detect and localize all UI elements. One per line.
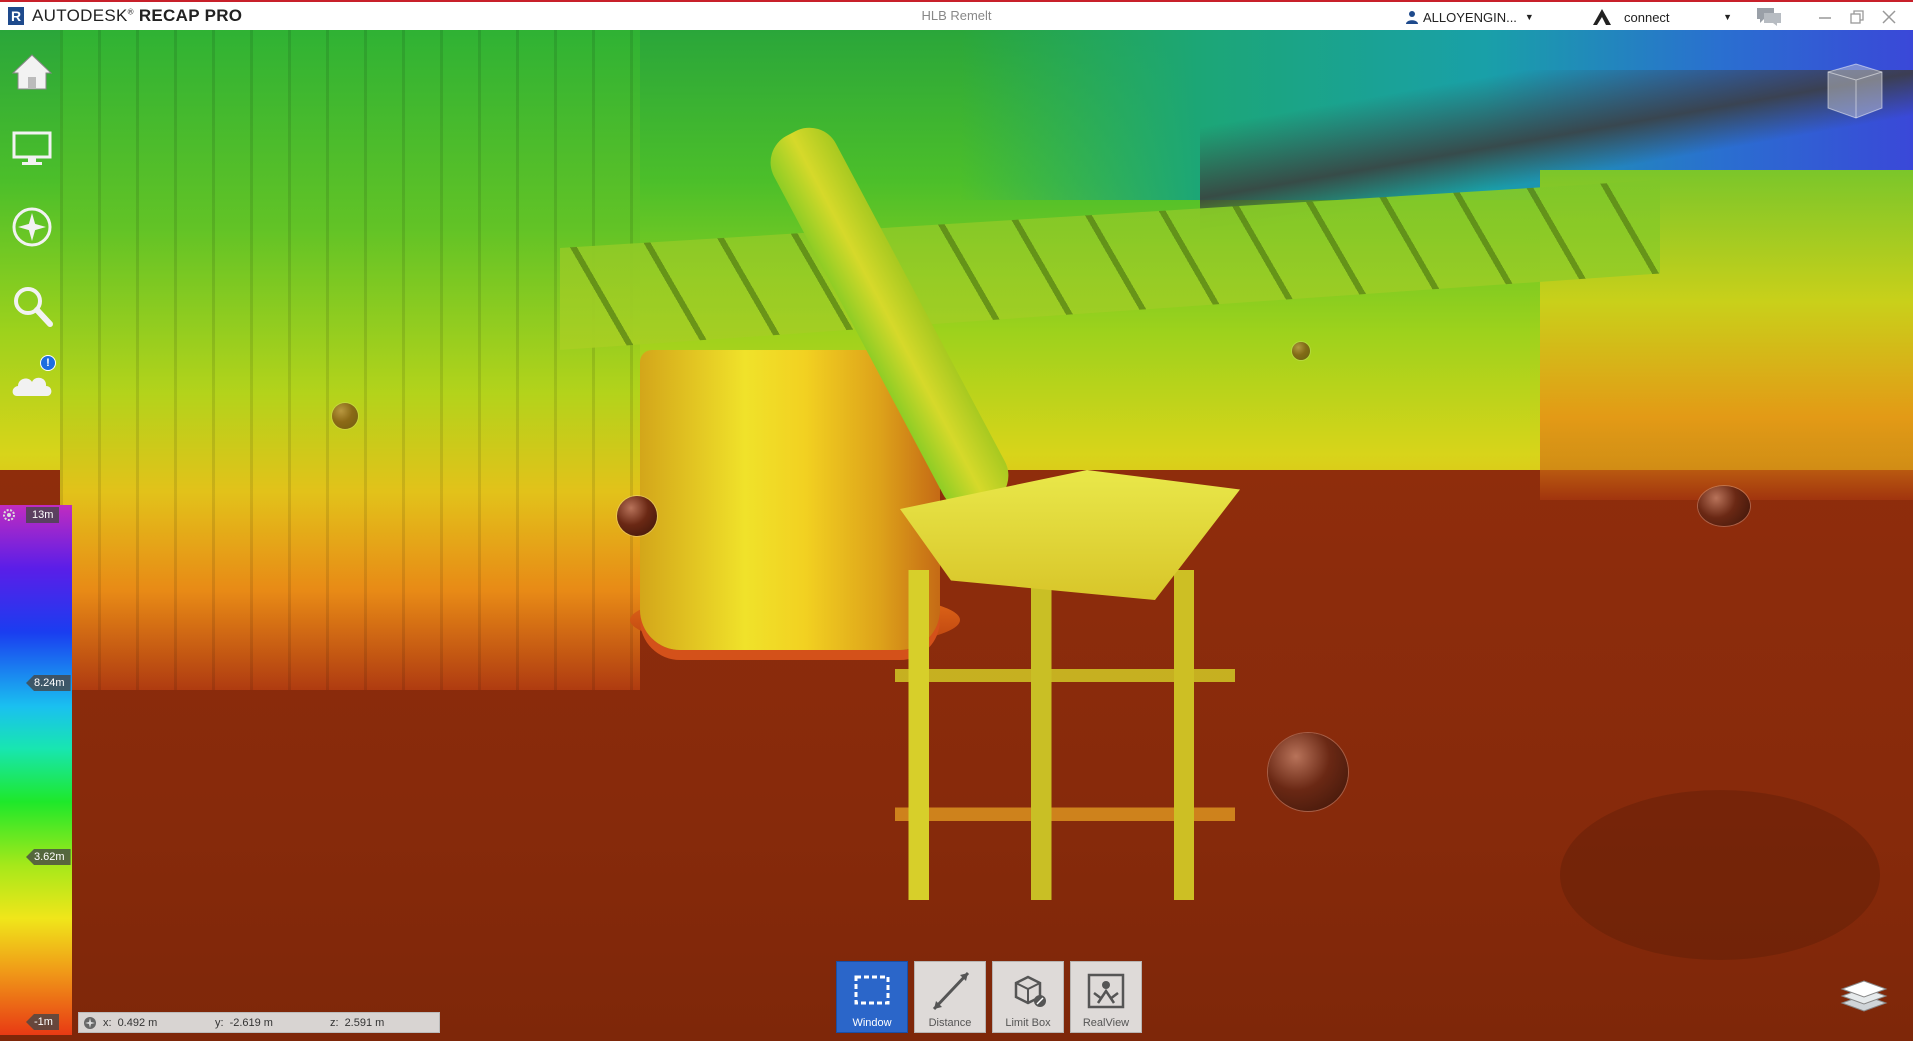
scan-wall-left — [60, 30, 640, 690]
app-name: AUTODESK® RECAP PRO — [32, 6, 243, 25]
elevation-color-legend — [0, 505, 72, 1035]
minimize-button[interactable] — [1809, 4, 1841, 30]
distance-label: Distance — [928, 1017, 972, 1029]
connect-label: connect — [1624, 9, 1670, 25]
coord-z-value: 2.591 m — [344, 1016, 385, 1029]
scan-location-marker[interactable] — [617, 496, 657, 536]
brand-main: AUTODESK — [32, 6, 128, 25]
distance-button[interactable]: Distance — [914, 961, 986, 1033]
legend-mid-label[interactable]: 3.62m — [26, 849, 71, 865]
window-select-label: Window — [852, 1017, 892, 1029]
limit-box-button[interactable]: Limit Box — [992, 961, 1064, 1033]
close-button[interactable] — [1873, 4, 1905, 30]
brand-suffix: RECAP PRO — [138, 6, 243, 25]
coord-y-label: y: — [215, 1016, 224, 1029]
magnifier-icon — [14, 287, 53, 327]
recap-logo-icon: R — [8, 7, 24, 25]
display-settings-button[interactable] — [6, 122, 58, 174]
chat-icon — [1757, 8, 1781, 26]
scan-location-marker[interactable] — [1292, 342, 1310, 360]
realview-label: RealView — [1082, 1017, 1130, 1029]
restore-button[interactable] — [1841, 4, 1873, 30]
close-icon — [1882, 10, 1896, 24]
window-select-button[interactable]: Window — [836, 961, 908, 1033]
app-brand: R AUTODESK® RECAP PRO — [0, 2, 242, 30]
chevron-down-icon: ▼ — [1723, 12, 1732, 22]
coordinate-readout: x: 0.492 m y: -2.619 m z: 2.591 m — [78, 1012, 440, 1033]
legend-max-label: 13m — [26, 507, 60, 523]
scan-hopper-frame — [895, 570, 1235, 900]
bottom-toolbar: Window Distance Limit Box RealView — [836, 961, 1142, 1033]
limit-box-icon — [1014, 975, 1046, 1007]
search-button[interactable] — [6, 280, 58, 332]
scan-location-marker[interactable] — [332, 403, 358, 429]
layers-icon[interactable] — [1838, 975, 1890, 1017]
coordinate-target-icon[interactable] — [83, 1016, 97, 1030]
user-name: ALLOYENGIN... — [1423, 9, 1517, 25]
compass-icon — [12, 207, 52, 247]
coord-y-value: -2.619 m — [229, 1016, 273, 1029]
scan-truss — [560, 180, 1660, 350]
chat-button[interactable] — [1752, 5, 1786, 29]
coord-x-value: 0.492 m — [117, 1016, 158, 1029]
view-cube-icon[interactable] — [1820, 56, 1890, 126]
point-cloud-viewport[interactable] — [0, 30, 1913, 1041]
navigation-button[interactable] — [6, 201, 58, 253]
coord-x: x: 0.492 m — [103, 1017, 215, 1029]
connect-menu[interactable]: connect ▼ — [1592, 6, 1732, 28]
restore-icon — [1850, 10, 1864, 24]
user-icon — [1406, 11, 1418, 24]
notification-badge: ! — [40, 355, 56, 371]
autodesk-a-icon — [1593, 9, 1611, 25]
gear-icon[interactable] — [1, 507, 17, 523]
user-account-menu[interactable]: ALLOYENGIN... ▼ — [1405, 6, 1534, 28]
chevron-down-icon: ▼ — [1524, 12, 1534, 22]
distance-icon — [932, 971, 970, 1011]
window-controls — [1809, 4, 1905, 30]
home-icon — [11, 54, 53, 90]
home-button[interactable] — [6, 46, 58, 98]
window-select-icon — [854, 975, 890, 1005]
scan-shadow — [1560, 790, 1880, 960]
legend-mid-label[interactable]: 8.24m — [26, 675, 71, 691]
limit-box-label: Limit Box — [1005, 1017, 1051, 1029]
coord-z-label: z: — [330, 1016, 339, 1029]
realview-icon — [1087, 973, 1125, 1009]
scan-location-marker[interactable] — [1268, 733, 1348, 811]
coord-x-label: x: — [103, 1016, 112, 1029]
coord-y: y: -2.619 m — [215, 1017, 330, 1029]
minimize-icon — [1819, 17, 1831, 19]
monitor-icon — [12, 131, 52, 165]
title-bar: R AUTODESK® RECAP PRO HLB Remelt ALLOYEN… — [0, 0, 1913, 30]
coord-z: z: 2.591 m — [330, 1017, 430, 1029]
realview-button[interactable]: RealView — [1070, 961, 1142, 1033]
scan-location-marker[interactable] — [1698, 486, 1750, 526]
